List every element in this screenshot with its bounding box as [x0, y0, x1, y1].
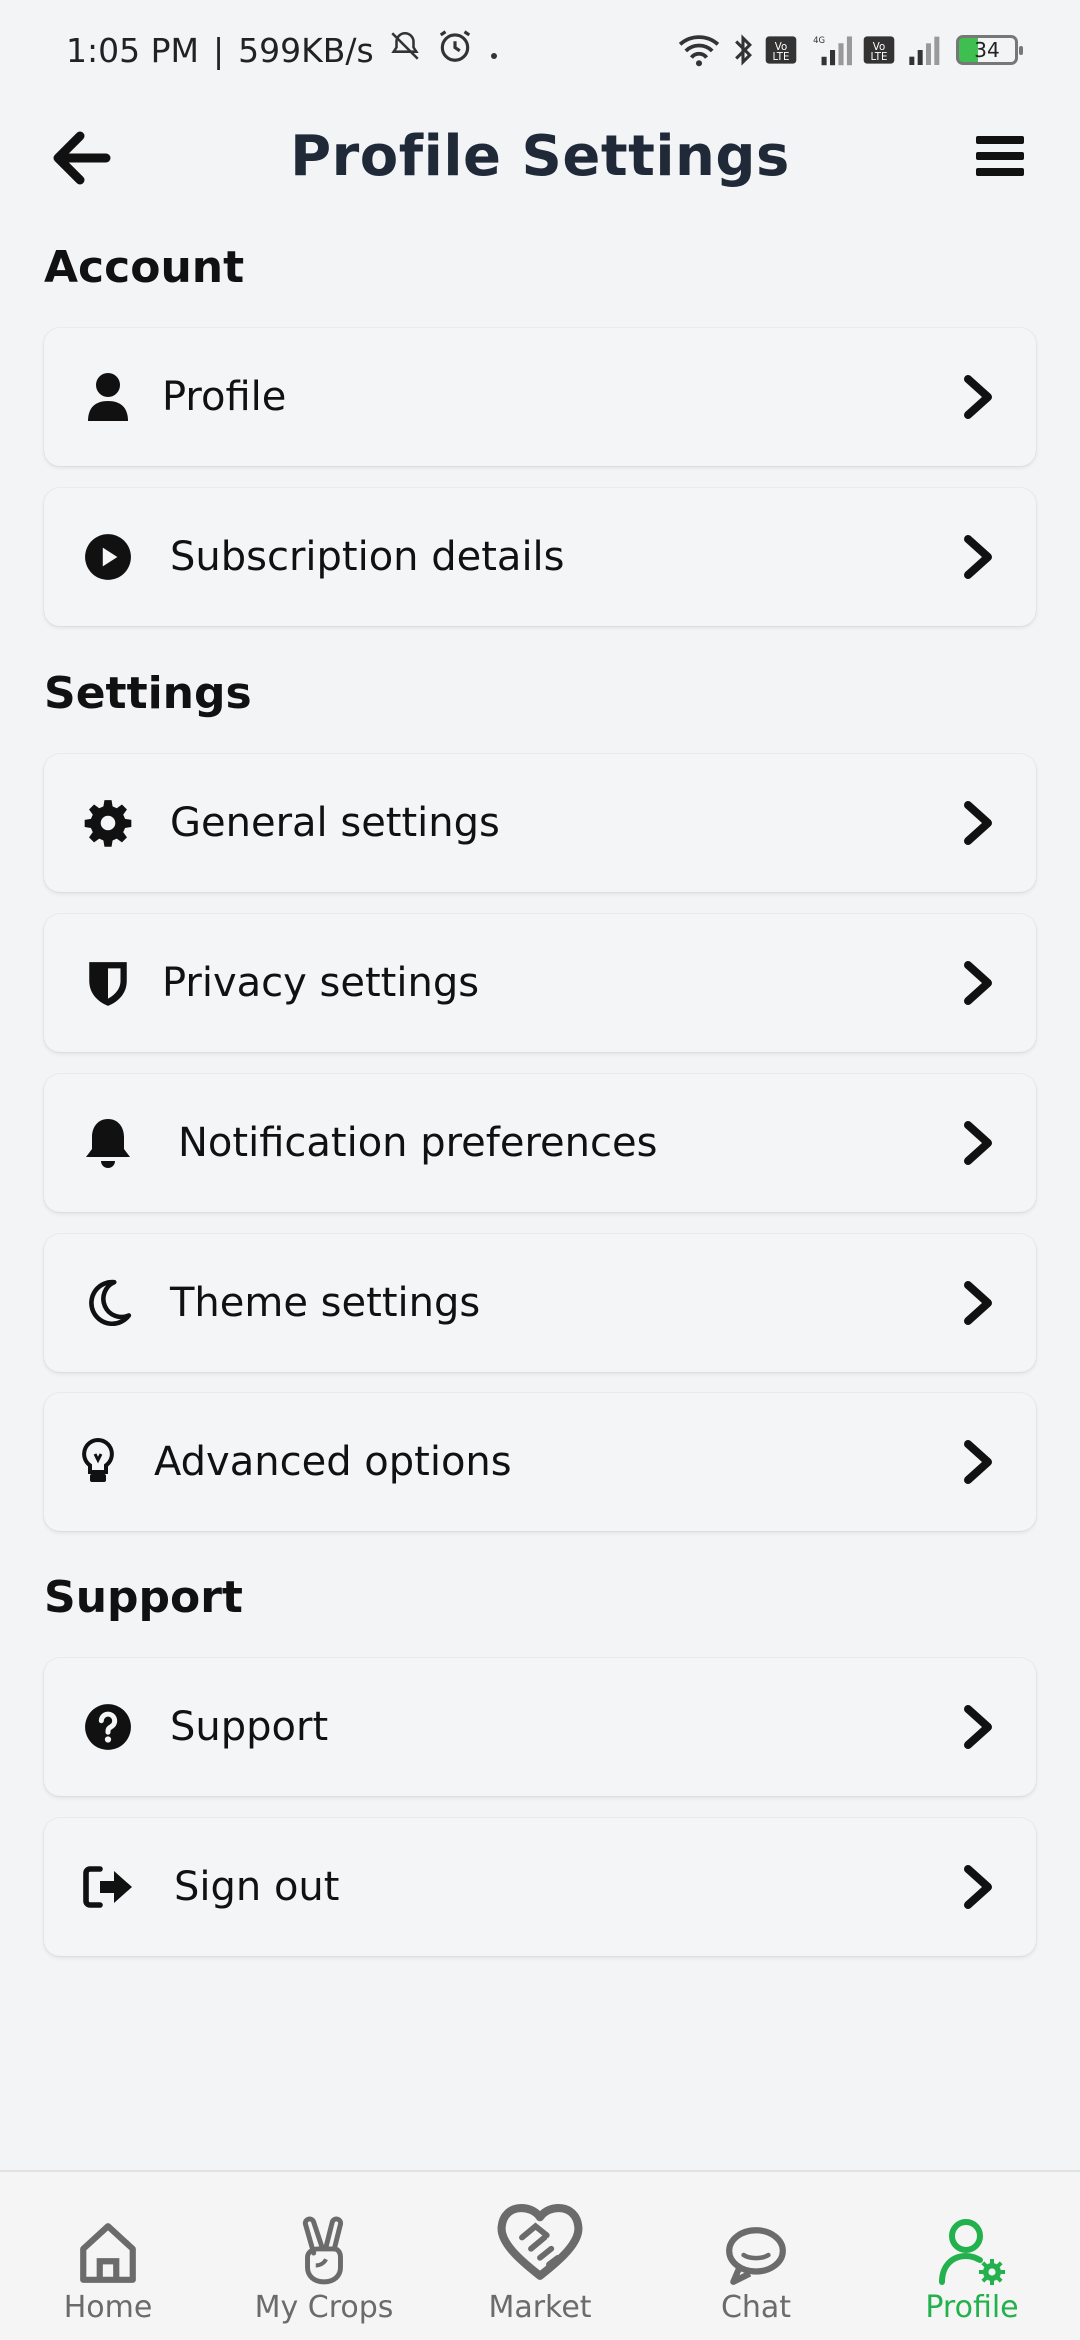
bluetooth-icon — [732, 33, 754, 67]
page-title: Profile Settings — [290, 123, 790, 189]
user-gear-icon — [937, 2206, 1007, 2286]
svg-text:4G: 4G — [813, 35, 825, 45]
gear-icon — [80, 795, 136, 851]
status-speed: 599KB/s — [238, 30, 374, 70]
list-item-theme-settings[interactable]: Theme settings — [44, 1234, 1036, 1372]
question-circle-icon — [80, 1699, 136, 1755]
status-left: 1:05 PM | 599KB/s — [66, 27, 500, 73]
list-item-label: Theme settings — [170, 1280, 481, 1326]
app-header: Profile Settings — [0, 108, 1080, 204]
status-bar: 1:05 PM | 599KB/s Vo LTE 4G Vo LTE 34 — [0, 0, 1080, 100]
bell-icon — [80, 1115, 136, 1171]
nav-item-my-crops[interactable]: My Crops — [216, 2172, 432, 2340]
nav-label: Market — [488, 2290, 592, 2325]
volte-2-icon: Vo LTE — [862, 33, 896, 67]
nav-item-market[interactable]: Market — [432, 2172, 648, 2340]
battery-level: 34 — [974, 38, 1000, 62]
svg-text:LTE: LTE — [773, 52, 790, 63]
back-button[interactable] — [52, 130, 112, 186]
list-item-label: General settings — [170, 800, 500, 846]
list-item-label: Notification preferences — [178, 1120, 658, 1166]
chevron-right-icon — [958, 799, 998, 847]
nav-item-profile[interactable]: Profile — [864, 2172, 1080, 2340]
peace-hand-icon — [296, 2206, 352, 2286]
arrow-left-icon — [53, 131, 111, 185]
list-item-sign-out[interactable]: Sign out — [44, 1818, 1036, 1956]
list-item-notification-preferences[interactable]: Notification preferences — [44, 1074, 1036, 1212]
list-item-label: Sign out — [174, 1864, 340, 1910]
person-icon — [80, 369, 136, 425]
svg-text:LTE: LTE — [871, 52, 888, 63]
list-item-profile[interactable]: Profile — [44, 328, 1036, 466]
home-icon — [77, 2206, 139, 2286]
status-right: Vo LTE 4G Vo LTE 34 — [676, 33, 1023, 67]
hamburger-menu-icon — [976, 136, 1024, 176]
list-item-general-settings[interactable]: General settings — [44, 754, 1036, 892]
lightbulb-icon — [70, 1434, 126, 1490]
list-item-privacy-settings[interactable]: Privacy settings — [44, 914, 1036, 1052]
battery-icon: 34 — [956, 35, 1023, 65]
nav-label: Profile — [925, 2290, 1019, 2325]
section-title-account: Account — [44, 242, 245, 293]
status-time: 1:05 PM — [66, 30, 199, 70]
list-item-advanced-options[interactable]: Advanced options — [44, 1393, 1036, 1531]
chevron-right-icon — [958, 1119, 998, 1167]
moon-icon — [80, 1275, 136, 1331]
chevron-right-icon — [958, 1438, 998, 1486]
menu-button[interactable] — [972, 130, 1028, 182]
nav-label: My Crops — [254, 2290, 394, 2325]
chevron-right-icon — [958, 1279, 998, 1327]
signal-4g-icon: 4G — [808, 33, 852, 67]
play-circle-icon — [80, 529, 136, 585]
list-item-label: Profile — [162, 374, 287, 420]
chevron-right-icon — [958, 533, 998, 581]
list-item-label: Advanced options — [154, 1439, 512, 1485]
nav-item-home[interactable]: Home — [0, 2172, 216, 2340]
list-item-support[interactable]: Support — [44, 1658, 1036, 1796]
sign-out-icon — [80, 1859, 136, 1915]
dot-icon — [488, 31, 500, 70]
shield-icon — [80, 955, 136, 1011]
nav-label: Chat — [720, 2290, 792, 2325]
chevron-right-icon — [958, 959, 998, 1007]
status-divider: | — [212, 30, 225, 70]
section-title-support: Support — [44, 1572, 243, 1623]
alarm-icon — [436, 27, 474, 73]
nav-item-chat[interactable]: Chat — [648, 2172, 864, 2340]
chat-bubble-icon — [723, 2206, 789, 2286]
muted-bell-icon — [388, 29, 422, 71]
signal-icon — [906, 33, 946, 67]
wifi-icon — [676, 33, 722, 67]
chevron-right-icon — [958, 1863, 998, 1911]
chevron-right-icon — [958, 1703, 998, 1751]
chevron-right-icon — [958, 373, 998, 421]
bottom-navigation: Home My Crops Market Chat Profile — [0, 2170, 1080, 2340]
list-item-label: Privacy settings — [162, 960, 480, 1006]
nav-label: Home — [63, 2290, 153, 2325]
handshake-heart-icon — [495, 2188, 585, 2286]
section-title-settings: Settings — [44, 668, 252, 719]
volte-icon: Vo LTE — [764, 33, 798, 67]
list-item-subscription[interactable]: Subscription details — [44, 488, 1036, 626]
list-item-label: Subscription details — [170, 534, 565, 580]
list-item-label: Support — [170, 1704, 329, 1750]
